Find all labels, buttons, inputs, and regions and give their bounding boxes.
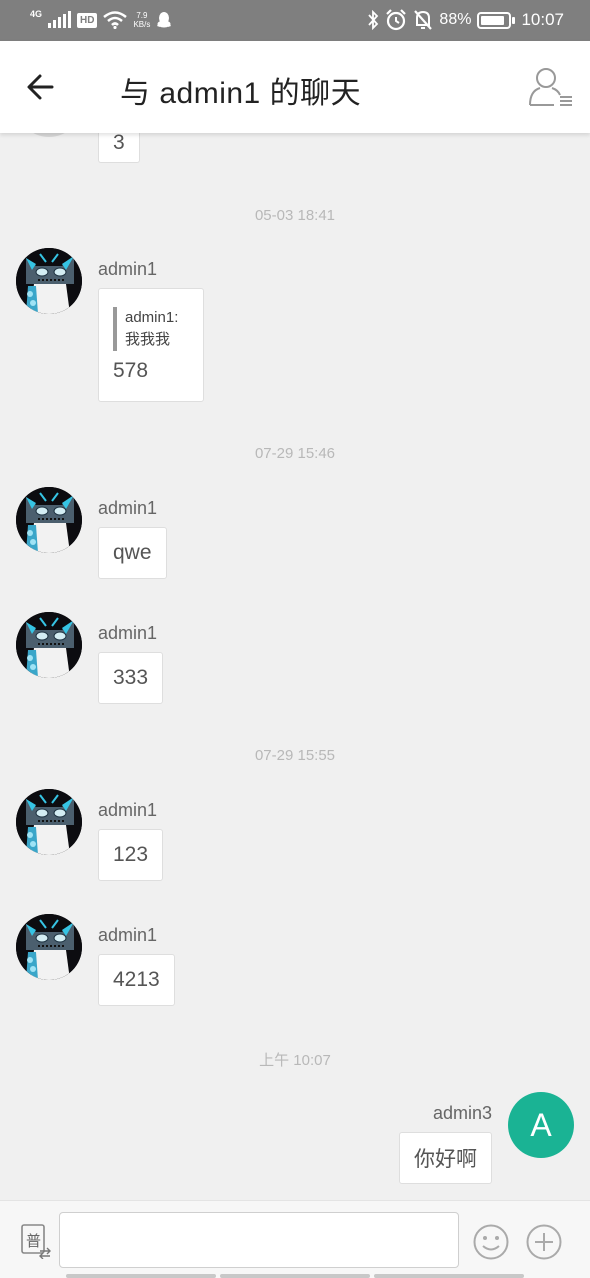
- contact-info-icon[interactable]: [528, 65, 576, 109]
- message-timestamp: 07-29 15:55: [254, 747, 336, 764]
- avatar[interactable]: [16, 248, 82, 314]
- quote-text: 我我我: [125, 331, 171, 348]
- sender-name: admin1: [98, 800, 158, 820]
- qq-icon: [157, 12, 172, 28]
- emoji-icon[interactable]: [472, 1223, 510, 1261]
- message-list[interactable]: 3 05-03 18:41 admin1 admin1: 我我我 578 07-: [0, 133, 590, 1200]
- message-timestamp: 07-29 15:46: [254, 445, 336, 462]
- cartoon-avatar-icon: [16, 248, 82, 314]
- chat-header: 与 admin1 的聊天: [0, 41, 590, 133]
- cartoon-avatar-icon: [16, 487, 82, 553]
- message-text: 123: [113, 843, 149, 866]
- back-arrow-icon[interactable]: [22, 67, 62, 107]
- message-bubble[interactable]: 3: [98, 133, 140, 163]
- input-mode-label: 普: [26, 1232, 41, 1250]
- wifi-icon: [103, 11, 128, 29]
- sender-name: admin1: [98, 925, 158, 945]
- avatar[interactable]: [16, 914, 82, 980]
- network-speed: 7.9 KB/s: [133, 11, 151, 29]
- message-bubble[interactable]: admin1: 我我我 578: [98, 288, 204, 402]
- cartoon-avatar-icon: [16, 789, 82, 855]
- quote-bar: [113, 307, 117, 351]
- avatar[interactable]: A: [508, 1092, 574, 1158]
- avatar-letter: A: [530, 1106, 552, 1143]
- message-timestamp: 上午 10:07: [259, 1052, 331, 1069]
- message-text: 333: [113, 666, 149, 689]
- bluetooth-icon: [368, 10, 379, 30]
- network-type: 4G: [30, 9, 43, 19]
- nav-hint-bar: [374, 1274, 524, 1278]
- battery-percent: 88%: [439, 11, 472, 28]
- hd-badge: HD: [77, 12, 98, 28]
- input-bar: 普: [0, 1200, 590, 1278]
- signal-icon: [48, 11, 72, 28]
- avatar[interactable]: [16, 789, 82, 855]
- message-bubble[interactable]: 4213: [98, 954, 175, 1006]
- quote-author: admin1:: [125, 309, 179, 326]
- input-mode-icon: 普: [21, 1224, 51, 1260]
- quoted-message[interactable]: admin1: 我我我: [113, 307, 178, 351]
- sender-name: admin1: [98, 623, 158, 643]
- plus-icon[interactable]: [525, 1223, 563, 1261]
- cartoon-avatar-icon: [16, 612, 82, 678]
- input-mode-toggle[interactable]: 普: [18, 1223, 54, 1260]
- avatar[interactable]: [16, 487, 82, 553]
- message-input[interactable]: [59, 1212, 459, 1268]
- sender-name: admin1: [98, 498, 158, 518]
- message-text: 4213: [113, 968, 160, 991]
- clock: 10:07: [521, 10, 564, 29]
- status-bar: 4G HD 7.9 KB/s 88% 10:07: [0, 0, 590, 41]
- cartoon-avatar-icon: [16, 914, 82, 980]
- alarm-icon: [386, 9, 407, 31]
- message-text: 578: [113, 359, 149, 382]
- avatar[interactable]: [16, 133, 82, 137]
- message-bubble[interactable]: 333: [98, 652, 164, 704]
- message-text: 3: [113, 133, 125, 154]
- battery-icon: [477, 11, 516, 29]
- message-bubble[interactable]: 你好啊: [399, 1132, 492, 1184]
- page-title: 与 admin1 的聊天: [120, 77, 362, 110]
- message-text: 你好啊: [414, 1148, 477, 1171]
- mute-bell-icon: [414, 10, 433, 30]
- avatar[interactable]: [16, 612, 82, 678]
- message-text: qwe: [113, 541, 152, 564]
- message-timestamp: 05-03 18:41: [254, 207, 336, 224]
- sender-name: admin3: [432, 1103, 492, 1123]
- sender-name: admin1: [98, 259, 158, 279]
- message-bubble[interactable]: 123: [98, 829, 164, 881]
- message-bubble[interactable]: qwe: [98, 527, 167, 579]
- nav-hint-bar: [220, 1274, 370, 1278]
- nav-hint-bar: [66, 1274, 216, 1278]
